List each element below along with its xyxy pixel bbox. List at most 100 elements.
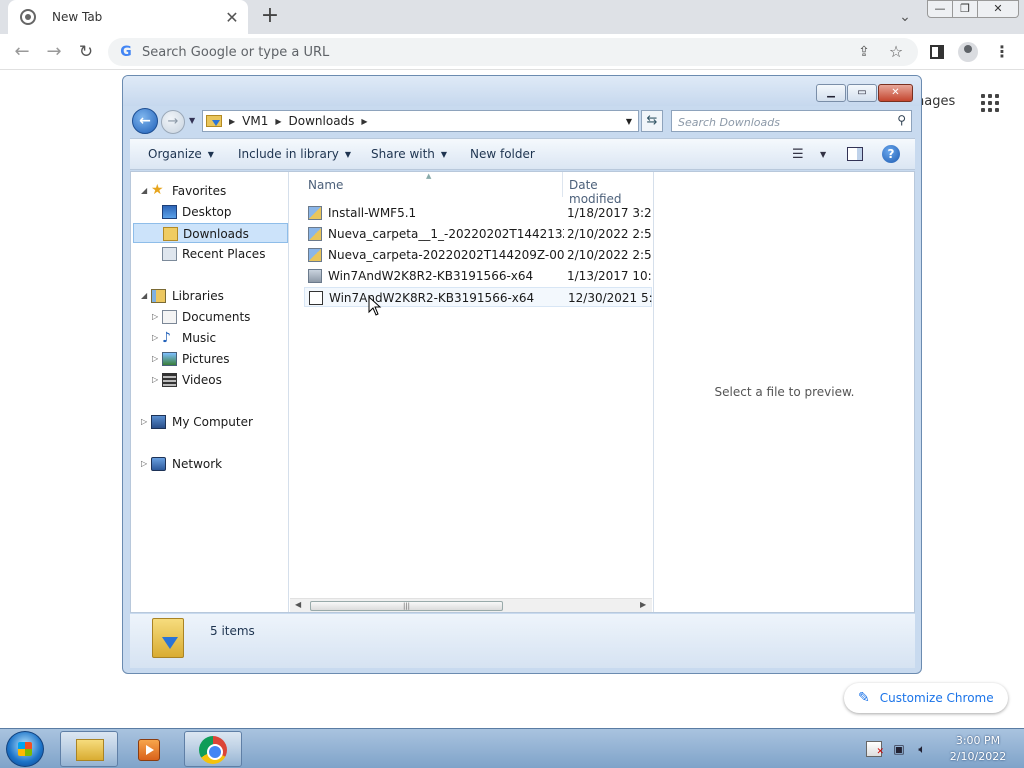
explorer-forward-button[interactable]: →	[161, 110, 185, 134]
navigation-pane: ◢ ★ Favorites Desktop Downloads Recent P…	[131, 172, 289, 612]
expand-arrow-icon[interactable]: ▷	[141, 412, 147, 432]
file-row[interactable]: Nueva_carpeta-20220202T144209Z-001 2/10/…	[304, 245, 652, 265]
column-header-name[interactable]: Name	[308, 178, 343, 192]
recent-pages-dropdown-icon[interactable]: ▼	[189, 116, 195, 125]
expand-arrow-icon[interactable]: ▷	[152, 349, 158, 369]
start-button[interactable]	[6, 731, 44, 767]
taskbar-media-player-button[interactable]	[122, 731, 180, 767]
address-dropdown-icon[interactable]: ▼	[626, 117, 632, 126]
organize-button[interactable]: Organize ▼	[148, 147, 214, 161]
file-row[interactable]: Win7AndW2K8R2-KB3191566-x64 1/13/2017 10…	[304, 266, 652, 286]
explorer-close-button[interactable]: ✕	[878, 84, 913, 102]
breadcrumb-separator-icon[interactable]: ▶	[275, 117, 281, 126]
share-icon[interactable]: ⇪	[854, 42, 874, 62]
pictures-icon	[162, 352, 177, 366]
column-divider[interactable]	[562, 172, 563, 197]
tab-search-icon[interactable]: ⌄	[894, 6, 916, 28]
organize-label: Organize	[148, 147, 202, 161]
nav-item-documents[interactable]: ▷ Documents	[131, 307, 288, 327]
column-headers: ▲ Name Date modified	[290, 172, 654, 206]
breadcrumb-vm1[interactable]: VM1	[242, 114, 268, 128]
explorer-navigation-bar: ← → ▼ ▶ VM1 ▶ Downloads ▶ ▼ ⇆ ⚲	[123, 106, 921, 136]
expand-arrow-icon[interactable]: ▷	[152, 307, 158, 327]
breadcrumb-separator-icon[interactable]: ▶	[361, 117, 367, 126]
volume-icon[interactable]: 🔈︎	[914, 741, 930, 757]
reload-button[interactable]: ↻	[74, 40, 98, 64]
explorer-search-box[interactable]: ⚲	[671, 110, 912, 132]
search-downloads-input[interactable]	[678, 114, 888, 130]
nav-item-downloads[interactable]: Downloads	[133, 223, 288, 243]
chrome-menu-icon[interactable]: ⋮	[992, 42, 1012, 62]
tab-close-icon[interactable]: ✕	[220, 8, 244, 27]
chrome-favicon-icon	[20, 9, 36, 25]
new-tab-button[interactable]: +	[258, 4, 282, 30]
media-player-icon	[138, 739, 160, 761]
explorer-maximize-button[interactable]: ▭	[847, 84, 877, 102]
explorer-back-button[interactable]: ←	[132, 108, 158, 134]
expand-arrow-icon[interactable]: ▷	[141, 454, 147, 474]
scrollbar-thumb[interactable]: |||	[310, 601, 503, 611]
window-minimize-button[interactable]: —	[927, 0, 953, 18]
explorer-title-bar[interactable]: ▁ ▭ ✕	[123, 76, 921, 106]
address-bar[interactable]: ▶ VM1 ▶ Downloads ▶ ▼	[202, 110, 639, 132]
search-icon[interactable]: ⚲	[897, 113, 906, 127]
preview-pane: Select a file to preview.	[655, 172, 914, 612]
omnibox[interactable]: G ⇪ ☆	[108, 38, 918, 66]
nav-item-recent-places[interactable]: Recent Places	[131, 244, 288, 264]
new-folder-button[interactable]: New folder	[470, 147, 535, 161]
file-row[interactable]: Nueva_carpeta__1_-20220202T144213Z-001 2…	[304, 224, 652, 244]
action-center-flag-icon[interactable]	[866, 741, 884, 760]
horizontal-scrollbar[interactable]: ◀ ||| ▶	[290, 598, 652, 612]
file-date: 1/13/2017 10:07	[567, 269, 651, 283]
window-restore-button[interactable]: ❐	[952, 0, 978, 18]
expand-arrow-icon[interactable]: ▷	[152, 370, 158, 390]
explorer-content: ◢ ★ Favorites Desktop Downloads Recent P…	[130, 171, 915, 613]
taskbar-explorer-button[interactable]	[60, 731, 118, 767]
tab-new-tab[interactable]: New Tab ✕	[8, 0, 248, 34]
change-view-icon[interactable]: ☰	[792, 147, 804, 162]
nav-item-desktop[interactable]: Desktop	[131, 202, 288, 222]
file-row[interactable]: Install-WMF5.1 1/18/2017 3:25 P	[304, 203, 652, 223]
chrome-tab-strip: New Tab ✕ + ⌄ — ❐ ✕	[0, 0, 1024, 34]
collapse-arrow-icon[interactable]: ◢	[141, 286, 147, 306]
preview-pane-toggle-icon[interactable]	[847, 147, 863, 161]
nav-item-videos[interactable]: ▷ Videos	[131, 370, 288, 390]
breadcrumb-downloads[interactable]: Downloads	[289, 114, 355, 128]
share-with-button[interactable]: Share with ▼	[371, 147, 447, 161]
nav-item-pictures[interactable]: ▷ Pictures	[131, 349, 288, 369]
network-icon	[151, 457, 166, 471]
taskbar-chrome-button[interactable]	[184, 731, 242, 767]
preview-message: Select a file to preview.	[714, 385, 855, 399]
nav-item-my-computer[interactable]: ▷ My Computer	[131, 412, 288, 432]
url-input[interactable]	[142, 42, 742, 62]
view-options-dropdown-icon[interactable]: ▼	[820, 150, 826, 159]
forward-button[interactable]: →	[42, 40, 66, 64]
include-in-library-button[interactable]: Include in library ▼	[238, 147, 351, 161]
nav-item-favorites[interactable]: ◢ ★ Favorites	[131, 181, 288, 201]
help-icon[interactable]: ?	[882, 145, 900, 163]
side-panel-icon[interactable]	[927, 42, 947, 62]
nav-item-network[interactable]: ▷ Network	[131, 454, 288, 474]
google-apps-icon[interactable]	[981, 94, 999, 112]
window-close-button[interactable]: ✕	[977, 0, 1019, 18]
nav-item-music[interactable]: ▷ ♪ Music	[131, 328, 288, 348]
file-row[interactable]: Win7AndW2K8R2-KB3191566-x64 12/30/2021 5…	[304, 287, 652, 307]
music-icon: ♪	[162, 330, 171, 346]
breadcrumb-separator-icon[interactable]: ▶	[229, 117, 235, 126]
nav-label: Videos	[182, 373, 222, 387]
nav-item-libraries[interactable]: ◢ Libraries	[131, 286, 288, 306]
network-tray-icon[interactable]: ▣	[891, 741, 907, 757]
explorer-refresh-button[interactable]: ⇆	[641, 110, 663, 132]
back-button[interactable]: ←	[10, 40, 34, 64]
scroll-left-icon[interactable]: ◀	[295, 600, 301, 609]
system-clock[interactable]: 3:00 PM 2/10/2022	[938, 733, 1018, 765]
customize-chrome-button[interactable]: ✎ Customize Chrome	[844, 683, 1008, 713]
collapse-arrow-icon[interactable]: ◢	[141, 181, 147, 201]
profile-avatar-icon[interactable]	[958, 42, 978, 62]
column-header-date-modified[interactable]: Date modified	[569, 178, 654, 206]
scroll-right-icon[interactable]: ▶	[640, 600, 646, 609]
libraries-icon	[151, 289, 166, 303]
bookmark-star-icon[interactable]: ☆	[886, 42, 906, 62]
explorer-minimize-button[interactable]: ▁	[816, 84, 846, 102]
expand-arrow-icon[interactable]: ▷	[152, 328, 158, 348]
